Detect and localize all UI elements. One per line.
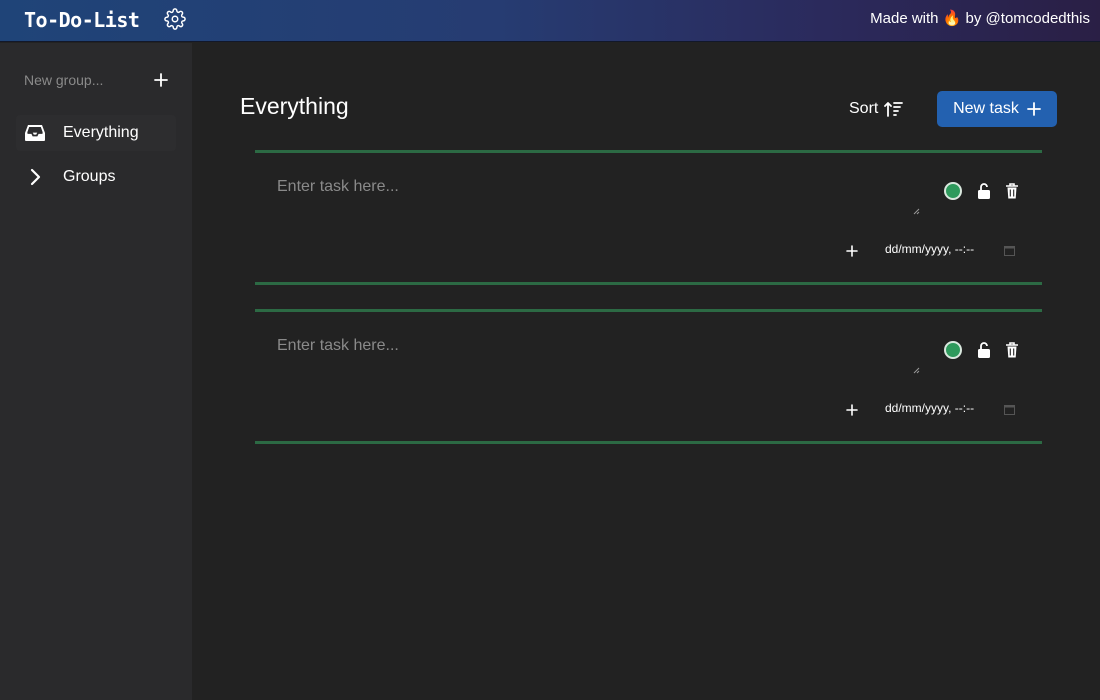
resize-handle-icon[interactable] — [912, 207, 920, 215]
trash-icon[interactable] — [1005, 182, 1019, 200]
unlock-icon[interactable] — [977, 341, 991, 359]
calendar-icon[interactable] — [1004, 404, 1015, 415]
task-input[interactable] — [277, 178, 922, 216]
calendar-icon[interactable] — [1004, 245, 1015, 256]
sidebar-item-label: Everything — [63, 124, 139, 141]
status-toggle[interactable] — [944, 182, 962, 200]
settings-gear-icon[interactable] — [164, 8, 186, 30]
unlock-icon[interactable] — [977, 182, 991, 200]
plus-icon — [1026, 102, 1041, 116]
add-subtask-plus-icon[interactable] — [846, 245, 858, 257]
sort-icon — [884, 102, 904, 117]
credit-text: Made with 🔥 by @tomcodedthis — [870, 9, 1090, 27]
sidebar-item-label: Groups — [63, 168, 116, 185]
task-card: dd/mm/yyyy, --:-- — [255, 309, 1042, 444]
new-group-input[interactable] — [24, 69, 144, 91]
new-group-row — [24, 69, 174, 91]
inbox-icon — [24, 122, 46, 144]
due-date-field[interactable]: dd/mm/yyyy, --:-- — [885, 242, 995, 260]
resize-handle-icon[interactable] — [912, 366, 920, 374]
app-title: To-Do-List — [24, 8, 140, 32]
status-toggle[interactable] — [944, 341, 962, 359]
sidebar-item-everything[interactable]: Everything — [16, 115, 176, 151]
sidebar-item-groups[interactable]: Groups — [16, 159, 176, 195]
task-card: dd/mm/yyyy, --:-- — [255, 150, 1042, 285]
add-subtask-plus-icon[interactable] — [846, 404, 858, 416]
sort-button[interactable]: Sort — [849, 98, 904, 120]
due-date-field[interactable]: dd/mm/yyyy, --:-- — [885, 401, 995, 419]
task-input[interactable] — [277, 337, 922, 375]
sidebar: Everything Groups — [0, 43, 192, 700]
new-task-label: New task — [953, 100, 1019, 117]
credit-suffix[interactable]: by @tomcodedthis — [961, 10, 1090, 27]
trash-icon[interactable] — [1005, 341, 1019, 359]
top-bar: To-Do-List Made with 🔥 by @tomcodedthis — [0, 0, 1100, 42]
plus-icon[interactable] — [152, 71, 170, 89]
new-task-button[interactable]: New task — [937, 91, 1057, 127]
chevron-right-icon — [24, 166, 46, 188]
page-title: Everything — [240, 93, 349, 119]
fire-icon: 🔥 — [942, 10, 962, 27]
credit-prefix: Made with — [870, 10, 943, 27]
sort-label: Sort — [849, 100, 879, 117]
